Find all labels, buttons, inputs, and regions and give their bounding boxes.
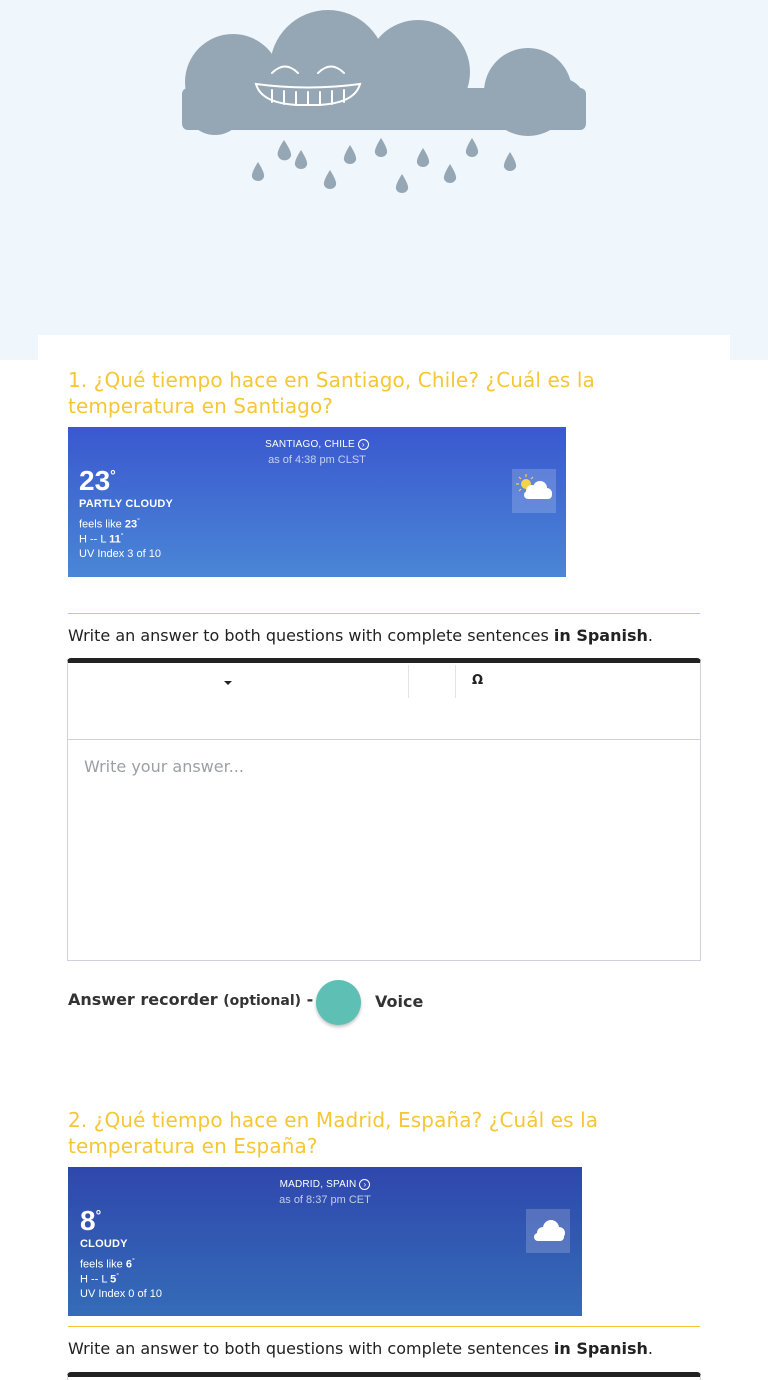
answer-instruction: Write an answer to both questions with c… <box>68 626 653 645</box>
answer-editor: Ω Write your answer... <box>67 658 701 961</box>
record-button[interactable] <box>316 980 361 1025</box>
partly-cloudy-icon <box>512 469 556 513</box>
question-2-title: 2. ¿Qué tiempo hace en Madrid, España? ¿… <box>68 1108 599 1158</box>
weather-timestamp: as of 4:38 pm CLST <box>268 454 366 466</box>
weather-condition: PARTLY CLOUDY <box>79 498 174 510</box>
weather-feels-like: feels like 6° <box>80 1258 135 1271</box>
weather-high-low: H -- L 5° <box>80 1273 120 1286</box>
answer-textarea[interactable]: Write your answer... <box>84 757 244 776</box>
weather-uv-index: UV Index 0 of 10 <box>80 1288 162 1300</box>
answer-editor <box>67 1372 701 1380</box>
answer-recorder-label: Answer recorder (optional) - <box>68 990 314 1009</box>
weather-high-low: H -- L 11° <box>79 533 124 546</box>
cloudy-icon <box>526 1209 570 1253</box>
header-banner <box>0 0 768 360</box>
worksheet-card: 1. ¿Qué tiempo hace en Santiago, Chile? … <box>38 335 730 1380</box>
weather-temperature: 23° <box>79 465 116 496</box>
divider <box>68 613 700 614</box>
weather-timestamp: as of 8:37 pm CET <box>279 1194 371 1206</box>
answer-instruction: Write an answer to both questions with c… <box>68 1339 653 1358</box>
weather-location: MADRID, SPAIN › <box>68 1179 582 1190</box>
rain-cloud-illustration <box>182 10 586 193</box>
editor-toolbar: Ω <box>68 663 700 740</box>
special-characters-button[interactable]: Ω <box>472 673 483 688</box>
arrow-circle-icon: › <box>357 439 369 450</box>
toolbar-separator <box>408 665 409 698</box>
weather-uv-index: UV Index 3 of 10 <box>79 548 161 560</box>
weather-feels-like: feels like 23° <box>79 518 140 531</box>
weather-condition: CLOUDY <box>80 1238 128 1250</box>
weather-card-madrid: MADRID, SPAIN › as of 8:37 pm CET 8° CLOU… <box>68 1167 582 1316</box>
weather-location: SANTIAGO, CHILE › <box>68 439 566 450</box>
toolbar-separator <box>455 665 456 698</box>
voice-label: Voice <box>375 992 424 1011</box>
weather-card-santiago: SANTIAGO, CHILE › as of 4:38 pm CLST 23° … <box>68 427 566 577</box>
divider <box>68 1326 700 1327</box>
weather-temperature: 8° <box>80 1205 102 1236</box>
arrow-circle-icon: › <box>359 1179 371 1190</box>
question-1-title: 1. ¿Qué tiempo hace en Santiago, Chile? … <box>68 368 595 418</box>
format-dropdown-caret-icon[interactable] <box>224 681 232 685</box>
